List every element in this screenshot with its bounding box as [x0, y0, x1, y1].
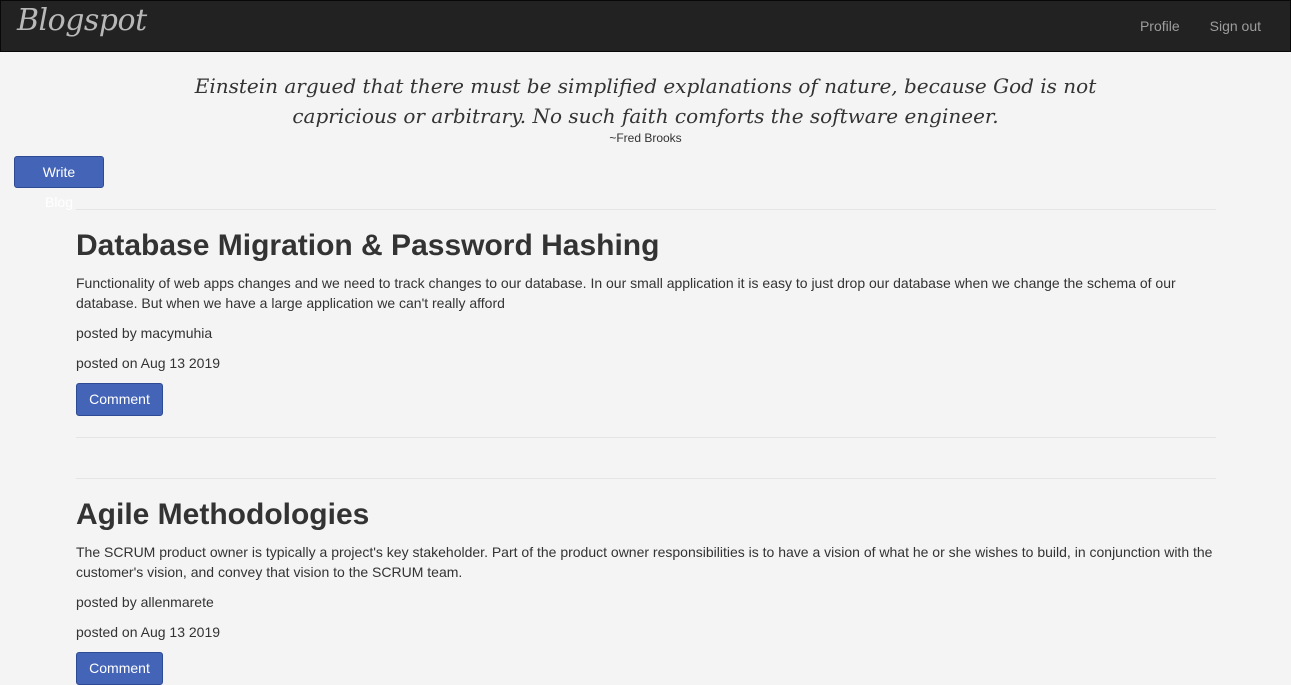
post-date: posted on Aug 13 2019	[76, 624, 221, 640]
blog-post: Database Migration & Password Hashing Fu…	[76, 229, 1216, 416]
divider	[76, 437, 1216, 438]
post-date: posted on Aug 13 2019	[76, 355, 221, 371]
brand-logo[interactable]: Blogspot	[17, 3, 147, 38]
nav-signout-link[interactable]: Sign out	[1195, 1, 1276, 51]
nav-profile-link[interactable]: Profile	[1125, 1, 1195, 51]
quote-block: Einstein argued that there must be simpl…	[0, 71, 1291, 145]
top-navbar: Blogspot Profile Sign out	[0, 0, 1291, 52]
comment-button[interactable]: Comment	[76, 652, 163, 685]
blog-post: Agile Methodologies The SCRUM product ow…	[76, 498, 1216, 685]
divider	[76, 478, 1216, 479]
divider	[76, 209, 1216, 210]
post-title[interactable]: Agile Methodologies	[76, 498, 1216, 532]
quote-author: ~Fred Brooks	[609, 131, 682, 145]
nav-links: Profile Sign out	[1125, 1, 1276, 51]
comment-button[interactable]: Comment	[76, 383, 163, 416]
quote-text: Einstein argued that there must be simpl…	[194, 74, 1097, 128]
post-title[interactable]: Database Migration & Password Hashing	[76, 229, 1216, 263]
post-body: Functionality of web apps changes and we…	[76, 275, 1176, 311]
post-author: posted by macymuhia	[76, 325, 213, 341]
post-author: posted by allenmarete	[76, 594, 214, 610]
post-body: The SCRUM product owner is typically a p…	[76, 544, 1213, 580]
write-blog-button[interactable]: Write Blog	[14, 156, 104, 210]
